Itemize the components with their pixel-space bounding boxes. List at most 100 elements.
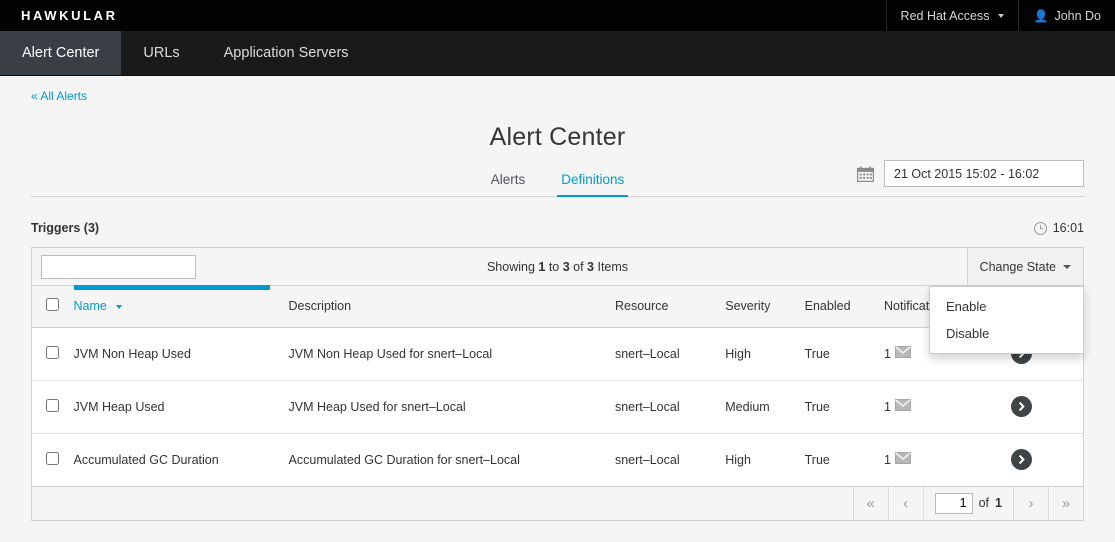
showing-prefix: Showing	[486, 259, 539, 274]
last-updated-time: 16:01	[1052, 221, 1084, 235]
cell-resource: snert–Local	[610, 433, 722, 487]
calendar-icon[interactable]	[856, 166, 875, 182]
tab-definitions[interactable]: Definitions	[557, 168, 629, 197]
select-all-checkbox[interactable]	[46, 298, 59, 312]
date-range-picker	[856, 160, 1084, 187]
cell-severity: Medium	[721, 380, 801, 434]
cell-description: JVM Non Heap Used for snert–Local	[284, 327, 611, 381]
column-header-resource[interactable]: Resource	[610, 286, 722, 328]
change-state-dropdown-menu: Enable Disable	[929, 286, 1084, 354]
cell-severity: High	[721, 327, 801, 381]
column-header-enabled[interactable]: Enabled	[800, 286, 881, 328]
cell-enabled: True	[800, 327, 881, 381]
cell-name: JVM Non Heap Used	[69, 327, 285, 381]
cell-description: JVM Heap Used for snert–Local	[284, 380, 611, 434]
chevron-right-circle-icon[interactable]	[1010, 396, 1032, 417]
chevron-right-circle-icon[interactable]	[1010, 449, 1032, 470]
cell-enabled: True	[800, 380, 881, 434]
pagination-first-button[interactable]: «	[852, 486, 888, 520]
top-bar: HAWKULAR Red Hat Access 👤 John Do	[0, 0, 1115, 31]
dropdown-item-enable[interactable]: Enable	[930, 293, 1083, 320]
red-hat-access-label: Red Hat Access	[900, 8, 990, 23]
triggers-header: Triggers (3) 16:01	[31, 221, 1084, 235]
table-body: JVM Non Heap Used JVM Non Heap Used for …	[32, 327, 1083, 487]
table-row[interactable]: JVM Non Heap Used JVM Non Heap Used for …	[32, 327, 1083, 381]
showing-of: of	[569, 259, 588, 274]
red-hat-access-menu[interactable]: Red Hat Access	[885, 0, 1019, 31]
chevron-down-icon	[116, 304, 123, 309]
triggers-card: Showing 1 to 3 of 3 Items Change State E…	[31, 247, 1084, 521]
pagination: « ‹ of 1 › »	[32, 486, 1083, 520]
column-header-description[interactable]: Description	[284, 286, 611, 328]
cell-description: Accumulated GC Duration for snert–Local	[284, 433, 611, 487]
envelope-icon	[894, 399, 911, 414]
pagination-next-button[interactable]: ›	[1013, 486, 1048, 520]
column-header-severity[interactable]: Severity	[721, 286, 801, 328]
table-head: Name Description Resource Severity Enabl…	[32, 286, 1083, 328]
breadcrumb-all-alerts[interactable]: « All Alerts	[31, 76, 87, 103]
dropdown-item-disable[interactable]: Disable	[930, 320, 1083, 347]
pagination-last-button[interactable]: »	[1048, 486, 1083, 520]
pagination-total-pages: 1	[995, 496, 1002, 511]
chevron-down-icon	[1063, 264, 1071, 269]
cell-actions	[996, 380, 1083, 434]
date-range-input[interactable]	[884, 160, 1084, 187]
brand-logo: HAWKULAR	[21, 8, 118, 23]
pagination-page-group: of 1	[922, 486, 1013, 520]
showing-total: 3	[587, 259, 594, 274]
primary-nav: Alert Center URLs Application Servers	[0, 31, 1115, 76]
user-icon: 👤	[1033, 8, 1049, 23]
cell-severity: High	[721, 433, 801, 487]
pagination-prev-button[interactable]: ‹	[887, 486, 923, 520]
topbar-actions: Red Hat Access 👤 John Do	[885, 0, 1115, 31]
search-input[interactable]	[41, 254, 196, 279]
table-foot: « ‹ of 1 › »	[32, 486, 1083, 520]
cell-enabled: True	[800, 433, 881, 487]
cell-notifications: 1	[880, 380, 997, 434]
showing-from: 1	[538, 259, 546, 274]
last-updated: 16:01	[1033, 221, 1084, 235]
showing-to: 3	[562, 259, 570, 274]
cell-notifications: 1	[880, 433, 997, 487]
notification-count: 1	[884, 346, 891, 361]
page-content: « All Alerts Alert	[0, 76, 1115, 521]
select-all-header	[32, 286, 70, 328]
nav-tab-application-servers[interactable]: Application Servers	[202, 31, 371, 75]
cell-actions	[996, 433, 1083, 487]
envelope-icon	[894, 452, 911, 467]
cell-resource: snert–Local	[610, 327, 722, 381]
column-header-name-label: Name	[73, 299, 107, 314]
tab-alerts[interactable]: Alerts	[487, 168, 530, 196]
row-checkbox[interactable]	[46, 451, 59, 465]
showing-suffix: Items	[594, 259, 629, 274]
nav-tab-urls[interactable]: URLs	[121, 31, 201, 75]
cell-name: Accumulated GC Duration	[69, 433, 285, 487]
row-select-cell	[32, 380, 70, 434]
chevron-down-icon	[998, 13, 1005, 18]
notification-count: 1	[884, 452, 891, 467]
table-row[interactable]: JVM Heap Used JVM Heap Used for snert–Lo…	[32, 380, 1083, 434]
notification-count: 1	[884, 399, 891, 414]
table-header-row: Name Description Resource Severity Enabl…	[32, 286, 1083, 328]
user-menu[interactable]: 👤 John Do	[1018, 0, 1115, 31]
cell-name: JVM Heap Used	[69, 380, 285, 434]
change-state-button[interactable]: Change State	[966, 248, 1083, 285]
showing-mid: to	[545, 259, 563, 274]
pagination-page-input[interactable]	[934, 492, 973, 514]
cell-resource: snert–Local	[610, 380, 722, 434]
column-header-name[interactable]: Name	[69, 286, 285, 328]
triggers-count-label: Triggers (3)	[31, 221, 100, 235]
change-state-label: Change State	[979, 259, 1056, 274]
pagination-row: « ‹ of 1 › »	[32, 486, 1083, 520]
row-checkbox[interactable]	[46, 398, 59, 412]
envelope-icon	[894, 346, 911, 361]
pagination-of-label: of	[978, 496, 990, 511]
clock-icon	[1033, 221, 1047, 235]
pagination-cell: « ‹ of 1 › »	[32, 486, 1083, 520]
nav-tab-alert-center[interactable]: Alert Center	[0, 31, 122, 75]
page-title: Alert Center	[489, 123, 626, 151]
table-toolbar: Showing 1 to 3 of 3 Items Change State E…	[32, 248, 1084, 354]
row-checkbox[interactable]	[46, 345, 59, 359]
table-row[interactable]: Accumulated GC Duration Accumulated GC D…	[32, 433, 1083, 487]
active-sort-indicator	[74, 285, 270, 290]
